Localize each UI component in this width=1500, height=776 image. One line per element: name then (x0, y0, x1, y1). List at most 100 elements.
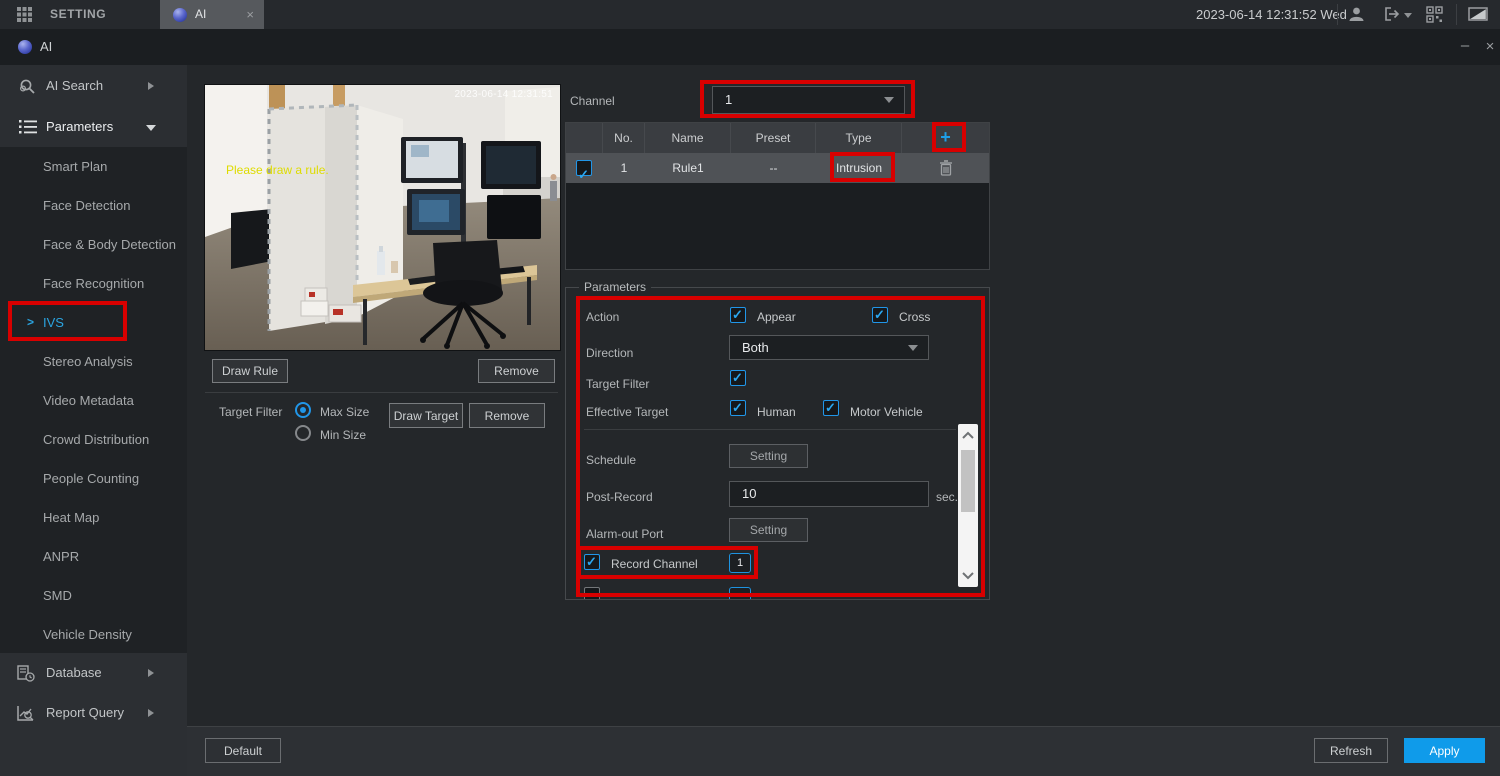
sidebar-item-video-metadata[interactable]: Video Metadata (0, 381, 187, 420)
appear-label: Appear (757, 310, 796, 324)
scrollbar-thumb[interactable] (961, 450, 975, 512)
appear-checkbox[interactable] (730, 307, 746, 323)
sidebar-item-crowd-distribution[interactable]: Crowd Distribution (0, 420, 187, 459)
min-size-label: Min Size (320, 428, 367, 442)
min-size-radio[interactable] (295, 425, 311, 441)
apply-button[interactable]: Apply (1404, 738, 1485, 763)
cross-checkbox[interactable] (872, 307, 888, 323)
sidebar-item-heat-map[interactable]: Heat Map (0, 498, 187, 537)
sidebar-item-stereo-analysis[interactable]: Stereo Analysis (0, 342, 187, 381)
action-label: Action (586, 310, 620, 324)
logout-icon[interactable] (1384, 6, 1400, 22)
target-filter-label: Target Filter (219, 405, 283, 419)
draw-rule-button[interactable]: Draw Rule (212, 359, 288, 383)
qr-code-icon[interactable] (1426, 6, 1443, 23)
tab-ai-label: AI (195, 7, 207, 21)
sidebar-item-anpr[interactable]: ANPR (0, 537, 187, 576)
add-rule-button[interactable]: + (902, 123, 989, 153)
tab-ai[interactable]: AI × (160, 0, 264, 29)
setting-menu-label[interactable]: SETTING (50, 0, 106, 29)
parameters-panel: Action Appear Cross Direction Both Targe… (565, 287, 990, 600)
camera-scene (205, 85, 560, 350)
tab-close-icon[interactable]: × (246, 0, 254, 29)
human-checkbox[interactable] (730, 400, 746, 416)
motor-vehicle-checkbox[interactable] (823, 400, 839, 416)
nvr-ai-settings-screen: SETTING AI × 2023-06-14 12:31:52 Wed AI … (0, 0, 1500, 776)
remove-target-button[interactable]: Remove (469, 403, 545, 428)
partial-value-chip[interactable] (729, 587, 751, 599)
sidebar-item-face-body-detection[interactable]: Face & Body Detection (0, 225, 187, 264)
sidebar-item-people-counting[interactable]: People Counting (0, 459, 187, 498)
user-icon[interactable] (1348, 6, 1365, 23)
draw-rule-hint-text: Please draw a rule. (226, 163, 329, 177)
human-label: Human (757, 405, 796, 419)
chevron-down-icon (884, 97, 894, 103)
target-filter-checkbox[interactable] (730, 370, 746, 386)
sidebar-item-parameters[interactable]: Parameters (0, 107, 187, 147)
sidebar-item-report-query[interactable]: Report Query (0, 693, 187, 733)
channel-value: 1 (725, 92, 733, 107)
rule-row-checkbox[interactable] (576, 160, 592, 190)
default-button[interactable]: Default (205, 738, 281, 763)
direction-value: Both (742, 340, 769, 355)
header-name: Name (645, 123, 731, 153)
draw-target-button[interactable]: Draw Target (389, 403, 463, 428)
record-channel-label: Record Channel (611, 557, 698, 571)
sidebar-label-parameters: Parameters (46, 119, 114, 134)
sidebar-item-database[interactable]: Database (0, 653, 187, 693)
partial-checkbox[interactable] (584, 587, 600, 599)
sidebar-item-ivs[interactable]: > IVS (0, 303, 187, 342)
camera-preview[interactable]: 2023-06-14 12:31:51 Please draw a rule. (204, 84, 561, 351)
scroll-up-icon[interactable] (961, 429, 975, 443)
channel-dropdown[interactable]: 1 (712, 86, 905, 114)
ai-search-icon (19, 79, 35, 94)
rules-table-header: No. Name Preset Type + (566, 123, 989, 153)
window-title-bar: AI – × (0, 29, 1500, 65)
scroll-down-icon[interactable] (961, 568, 975, 582)
post-record-unit: sec. (936, 490, 959, 504)
delete-rule-icon[interactable] (939, 160, 953, 176)
rules-table: No. Name Preset Type + 1 Rule1 -- Intrus… (565, 122, 990, 270)
parameters-scrollbar[interactable] (958, 424, 978, 587)
sidebar-label-ai-search: AI Search (46, 78, 104, 93)
post-record-input[interactable]: 10 (729, 481, 929, 507)
motor-vehicle-label: Motor Vehicle (850, 405, 923, 419)
post-record-label: Post-Record (586, 490, 653, 504)
direction-label: Direction (586, 346, 634, 360)
footer-bar (187, 726, 1500, 776)
remove-rule-button[interactable]: Remove (478, 359, 555, 383)
window-ai-orb-icon (18, 40, 32, 54)
max-size-radio[interactable] (295, 402, 311, 418)
window-title: AI (40, 39, 53, 54)
preview-osd-timestamp: 2023-06-14 12:31:51 (454, 89, 553, 100)
datetime-display: 2023-06-14 12:31:52 Wed (1196, 7, 1347, 22)
direction-dropdown[interactable]: Both (729, 335, 929, 360)
header-preset: Preset (731, 123, 816, 153)
database-icon (17, 665, 35, 682)
sidebar-item-smd[interactable]: SMD (0, 576, 187, 615)
schedule-setting-button[interactable]: Setting (729, 444, 808, 468)
sidebar-item-ai-search[interactable]: AI Search (0, 65, 187, 107)
channel-label: Channel (570, 94, 615, 108)
expand-right-icon (148, 669, 154, 677)
sidebar-item-face-recognition[interactable]: Face Recognition (0, 264, 187, 303)
rule-name: Rule1 (672, 161, 704, 175)
rule-no: 1 (620, 161, 628, 175)
record-channel-value-chip[interactable]: 1 (729, 553, 751, 573)
table-row[interactable]: 1 Rule1 -- Intrusion (566, 153, 989, 190)
sidebar-bottom-section: Database Report Query (0, 653, 187, 776)
divider (205, 392, 558, 393)
logout-caret-icon[interactable] (1404, 13, 1412, 18)
record-channel-checkbox[interactable] (584, 554, 600, 570)
alarm-out-setting-button[interactable]: Setting (729, 518, 808, 542)
close-button[interactable]: × (1480, 29, 1500, 65)
sidebar-item-smart-plan[interactable]: Smart Plan (0, 147, 187, 186)
sidebar-item-face-detection[interactable]: Face Detection (0, 186, 187, 225)
refresh-button[interactable]: Refresh (1314, 738, 1388, 763)
minimize-button[interactable]: – (1455, 29, 1475, 63)
display-output-icon[interactable] (1468, 7, 1488, 23)
sidebar-item-vehicle-density[interactable]: Vehicle Density (0, 615, 187, 654)
rule-type: Intrusion (835, 161, 883, 175)
target-filter-param-label: Target Filter (586, 377, 650, 391)
main-menu-grid-icon[interactable] (17, 7, 32, 22)
